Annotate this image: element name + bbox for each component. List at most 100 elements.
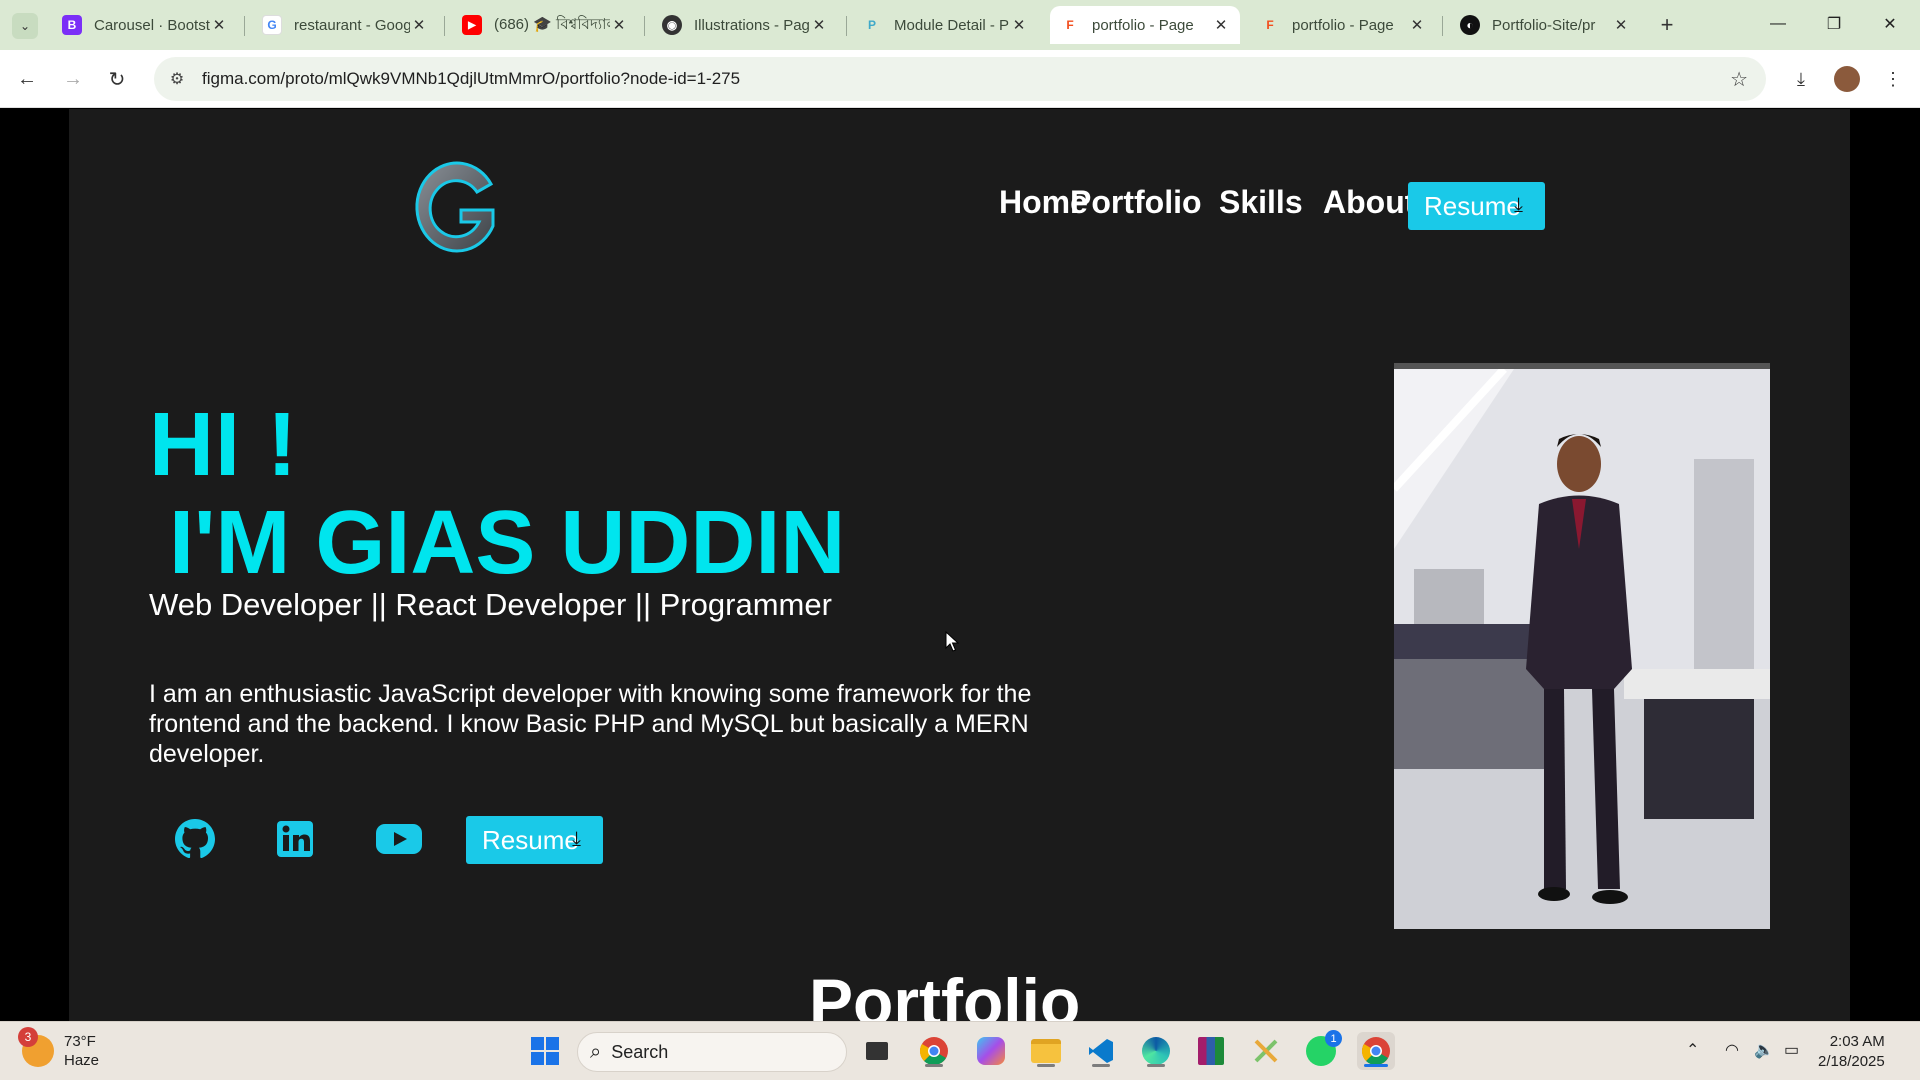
tab-youtube[interactable]: ▶ (686) 🎓 বিশ্ববিদ্যালয় ✕	[452, 6, 638, 44]
reload-button[interactable]: ↻	[102, 64, 132, 94]
tab-title: restaurant - Google	[294, 16, 410, 34]
nav-resume-button[interactable]: Resume ⤓	[1408, 182, 1545, 230]
nav-portfolio[interactable]: Portfolio	[1070, 184, 1202, 221]
close-icon[interactable]: ✕	[1212, 16, 1230, 34]
clock-time: 2:03 AM	[1829, 1033, 1885, 1050]
tab-illustrations[interactable]: ◉ Illustrations - Page ✕	[652, 6, 838, 44]
tab-portfolio-active[interactable]: F portfolio - Page ✕	[1050, 6, 1240, 44]
close-icon[interactable]: ✕	[610, 16, 628, 34]
site-info-icon[interactable]: ⚙	[164, 69, 190, 89]
hero-subtitle: Web Developer || React Developer || Prog…	[149, 587, 832, 622]
search-icon: ⌕	[590, 1040, 602, 1063]
tab-title: (686) 🎓 বিশ্ববিদ্যালয়	[494, 15, 610, 33]
hero-resume-button[interactable]: Resume ⤓	[466, 816, 603, 864]
portfolio-frame: Home Portfolio Skills About Resume ⤓ HI …	[69, 109, 1850, 1021]
tab-title: Illustrations - Page	[694, 16, 810, 34]
weather-condition: Haze	[64, 1052, 100, 1069]
download-icon: ⤓	[572, 828, 581, 850]
hero-greeting: HI !	[149, 395, 298, 495]
hero-bio: I am an enthusiastic JavaScript develope…	[149, 680, 1032, 768]
tray-chevron-icon[interactable]: ⌃	[1686, 1040, 1699, 1060]
vscode-icon[interactable]	[1082, 1032, 1120, 1070]
window-close-button[interactable]: ✕	[1870, 8, 1910, 40]
tab-search-button[interactable]: ⌄	[12, 13, 38, 39]
hero-name: I'M GIAS UDDIN	[169, 493, 846, 593]
file-explorer-icon[interactable]	[1027, 1032, 1065, 1070]
nav-about[interactable]: About	[1323, 184, 1415, 221]
download-icon: ⤓	[1514, 194, 1523, 216]
edge-icon[interactable]	[1137, 1032, 1175, 1070]
close-icon[interactable]: ✕	[1010, 16, 1028, 34]
resume-label: Resume	[482, 824, 579, 855]
battery-icon[interactable]: ▭	[1784, 1040, 1799, 1060]
weather-temp: 73°F	[64, 1033, 96, 1050]
avatar	[1834, 66, 1860, 92]
browser-tab-strip: ⌄ B Carousel · Bootstrap ✕ G restaurant …	[0, 0, 1920, 50]
google-icon: G	[262, 15, 282, 35]
close-icon[interactable]: ✕	[410, 16, 428, 34]
close-icon[interactable]: ✕	[1408, 16, 1426, 34]
bootstrap-icon: B	[62, 15, 82, 35]
figma-icon: F	[1066, 18, 1074, 32]
mouse-cursor-icon	[945, 631, 959, 652]
tab-title: portfolio - Page	[1292, 16, 1394, 34]
profile-avatar[interactable]	[1832, 64, 1862, 94]
new-tab-button[interactable]: +	[1652, 10, 1682, 40]
weather-widget[interactable]: 3 73°F Haze	[18, 1027, 100, 1070]
winrar-icon[interactable]	[1192, 1032, 1230, 1070]
volume-icon[interactable]: 🔈	[1754, 1040, 1774, 1060]
chrome-icon[interactable]	[915, 1032, 953, 1070]
tab-title: Carousel · Bootstrap	[94, 16, 210, 34]
linkedin-icon[interactable]	[271, 815, 319, 863]
search-label: Search	[611, 1041, 669, 1062]
taskbar-search[interactable]: ⌕ Search	[577, 1032, 847, 1072]
github-icon: ◐	[1460, 15, 1480, 35]
github-icon[interactable]	[171, 815, 219, 863]
tab-module-detail[interactable]: P Module Detail - Pr ✕	[852, 6, 1038, 44]
module-icon: P	[867, 18, 876, 32]
task-view-icon[interactable]	[858, 1032, 896, 1070]
address-bar[interactable]: ⚙ figma.com/proto/mlQwk9VMNb1QdjlUtmMmrO…	[154, 57, 1766, 101]
tab-title: Module Detail - Pr	[894, 16, 1010, 34]
close-icon[interactable]: ✕	[810, 16, 828, 34]
figma-icon: F	[1266, 18, 1274, 32]
whatsapp-icon[interactable]: 1	[1302, 1030, 1342, 1070]
download-icon[interactable]: ⤓	[1786, 64, 1816, 94]
close-icon[interactable]: ✕	[210, 16, 228, 34]
snipping-tool-icon[interactable]	[1247, 1032, 1285, 1070]
wifi-icon[interactable]: ◠	[1725, 1040, 1739, 1060]
bookmark-star-icon[interactable]: ☆	[1730, 67, 1748, 92]
resume-label: Resume	[1424, 190, 1521, 221]
tab-restaurant[interactable]: G restaurant - Google ✕	[252, 6, 438, 44]
profile-photo	[1394, 363, 1770, 929]
close-icon[interactable]: ✕	[1612, 16, 1630, 34]
notification-badge: 3	[18, 1027, 38, 1047]
system-clock[interactable]: 2:03 AM 2/18/2025	[1818, 1032, 1885, 1072]
portfolio-section-title: Portfolio	[809, 965, 1081, 1021]
tab-portfolio[interactable]: F portfolio - Page ✕	[1250, 6, 1436, 44]
weather-sun-icon: 3	[18, 1027, 54, 1067]
page-viewport: Home Portfolio Skills About Resume ⤓ HI …	[0, 109, 1920, 1021]
menu-kebab-icon[interactable]: ⋮	[1878, 64, 1908, 94]
tab-github[interactable]: ◐ Portfolio-Site/pr ✕	[1450, 6, 1640, 44]
tab-title: portfolio - Page	[1092, 16, 1194, 34]
g-logo-icon	[415, 161, 495, 253]
clock-date: 2/18/2025	[1818, 1053, 1885, 1070]
youtube-icon[interactable]	[373, 815, 425, 863]
nav-skills[interactable]: Skills	[1219, 184, 1303, 221]
windows-taskbar: 3 73°F Haze ⌕ Search 1 ⌃ ◠ 🔈 ▭ 2:03 AM 2…	[0, 1021, 1920, 1080]
copilot-icon[interactable]	[972, 1032, 1010, 1070]
windows-start-icon[interactable]	[526, 1032, 564, 1070]
chrome-profile-icon[interactable]	[1357, 1032, 1395, 1070]
notification-badge: 1	[1325, 1030, 1342, 1047]
browser-toolbar: ← → ↻ ⚙ figma.com/proto/mlQwk9VMNb1QdjlU…	[0, 50, 1920, 108]
restore-button[interactable]: ❐	[1814, 8, 1854, 40]
url-text: figma.com/proto/mlQwk9VMNb1QdjlUtmMmrO/p…	[202, 69, 741, 88]
youtube-icon: ▶	[462, 15, 482, 35]
minimize-button[interactable]: —	[1758, 8, 1798, 40]
tab-carousel[interactable]: B Carousel · Bootstrap ✕	[52, 6, 238, 44]
illustrations-icon: ◉	[662, 15, 682, 35]
back-button[interactable]: ←	[12, 64, 42, 94]
forward-button[interactable]: →	[58, 64, 88, 94]
tab-title: Portfolio-Site/pr	[1492, 16, 1596, 34]
